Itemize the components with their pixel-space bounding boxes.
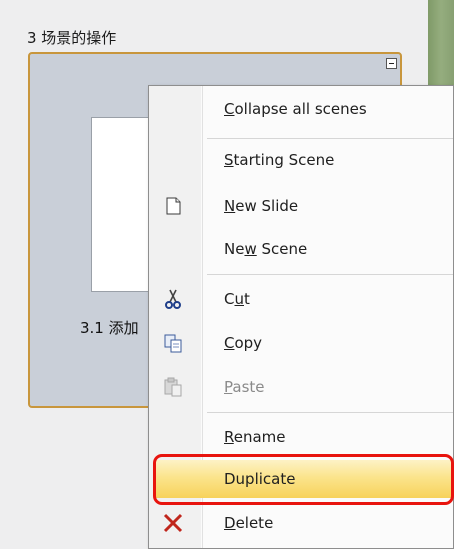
- menu-item-label: New Scene: [224, 240, 308, 258]
- menu-item-new-scene[interactable]: New Scene: [149, 230, 453, 268]
- menu-item-label: Collapse all scenes: [224, 100, 367, 118]
- slide-thumbnail-label: 3.1 添加: [80, 319, 139, 337]
- new-slide-icon: [162, 195, 184, 217]
- menu-item-label: Copy: [224, 334, 263, 352]
- menu-item-collapse-all-scenes[interactable]: Collapse all scenes: [149, 90, 453, 128]
- menu-item-rename[interactable]: Rename: [149, 418, 453, 456]
- menu-item-label: Paste: [224, 378, 265, 396]
- menu-separator: [207, 274, 453, 275]
- menu-separator: [207, 138, 453, 139]
- menu-item-starting-scene[interactable]: Starting Scene: [149, 141, 453, 179]
- menu-item-copy[interactable]: Copy: [149, 324, 453, 362]
- paste-icon: [162, 376, 184, 398]
- menu-item-label: Cut: [224, 290, 250, 308]
- menu-item-label: New Slide: [224, 197, 299, 215]
- collapse-scene-button[interactable]: [386, 58, 397, 69]
- menu-item-label: Starting Scene: [224, 151, 335, 169]
- scissors-icon: [162, 288, 184, 310]
- menu-item-cut[interactable]: Cut: [149, 280, 453, 318]
- menu-item-label: Delete: [224, 514, 274, 532]
- delete-x-icon: [162, 512, 184, 534]
- menu-item-label: Rename: [224, 428, 286, 446]
- scene-section-header[interactable]: 3 场景的操作: [27, 28, 116, 48]
- copy-icon: [162, 332, 184, 354]
- menu-separator: [207, 412, 453, 413]
- annotation-highlight-box: [153, 454, 454, 505]
- menu-item-delete[interactable]: Delete: [149, 504, 453, 542]
- menu-item-paste: Paste: [149, 368, 453, 406]
- menu-item-new-slide[interactable]: New Slide: [149, 187, 453, 225]
